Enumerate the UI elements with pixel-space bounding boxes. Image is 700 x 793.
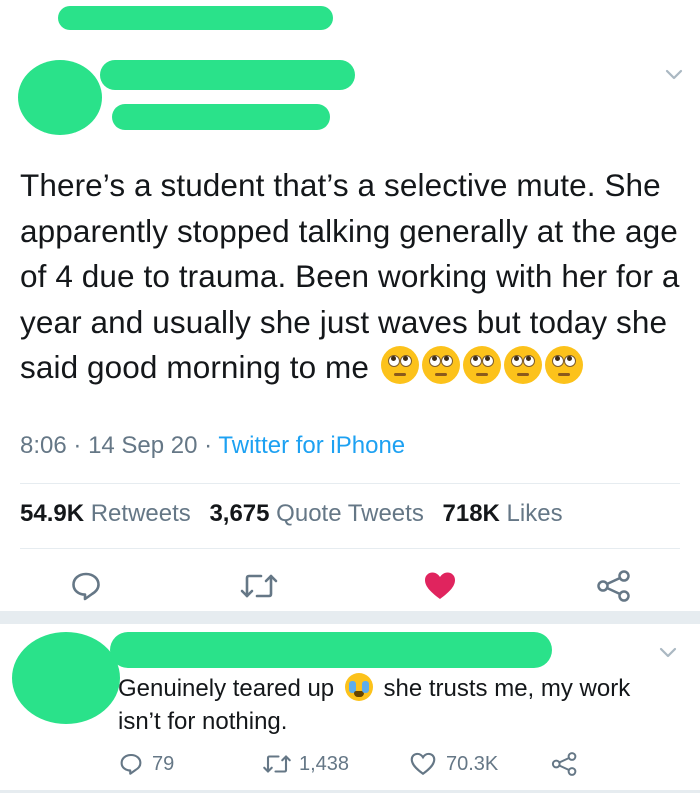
tweet-stats: 54.9K Retweets 3,675 Quote Tweets 718K L…: [20, 500, 563, 528]
redacted-banner: [58, 6, 333, 30]
quotes-count: 3,675: [209, 500, 270, 527]
reply-avatar[interactable]: [12, 632, 120, 724]
reply-retweets-count: 1,438: [299, 753, 350, 775]
divider: [20, 483, 680, 484]
rolling-eyes-face-icon: [380, 346, 419, 384]
retweets-label: Retweets: [90, 500, 191, 527]
share-button[interactable]: [596, 570, 632, 602]
retweet-button[interactable]: [239, 570, 279, 602]
rolling-eyes-face-icon: [462, 346, 501, 384]
tweet-source[interactable]: Twitter for iPhone: [218, 432, 405, 459]
reply-likes-count: 70.3K: [446, 753, 499, 775]
retweets-count: 54.9K: [20, 500, 85, 527]
meta-separator: ·: [204, 432, 213, 459]
retweet-icon: [263, 755, 291, 773]
tweet-meta: 8:06 · 14 Sep 20 · Twitter for iPhone: [20, 432, 405, 460]
like-button[interactable]: [423, 570, 457, 602]
rolling-eyes-face-icon: [503, 346, 542, 384]
redacted-reply-name[interactable]: [110, 632, 552, 668]
emoji-row: [369, 346, 583, 385]
reply-retweet-button[interactable]: [262, 752, 292, 776]
reply-icon: [72, 572, 100, 601]
retweet-icon: [240, 574, 278, 598]
tweet-text: There’s a student that’s a selective mut…: [20, 163, 680, 391]
section-separator: [0, 611, 700, 624]
retweets-stat[interactable]: 54.9K Retweets: [20, 500, 191, 527]
likes-count: 718K: [442, 500, 500, 527]
tweet-date[interactable]: 14 Sep 20: [88, 432, 197, 459]
loudly-crying-face-icon: [344, 673, 373, 701]
reply-replies-count: 79: [152, 753, 175, 775]
reply-like-button[interactable]: [410, 752, 436, 776]
redacted-handle: [112, 104, 330, 130]
heart-filled-icon: [425, 572, 455, 599]
quotes-label: Quote Tweets: [276, 500, 424, 527]
tweet-time[interactable]: 8:06: [20, 432, 67, 459]
reply-text: Genuinely teared up she trusts me, my wo…: [118, 672, 678, 738]
likes-label: Likes: [506, 500, 563, 527]
meta-separator: ·: [73, 432, 82, 459]
reply-button[interactable]: [70, 570, 102, 602]
quotes-stat[interactable]: 3,675 Quote Tweets: [209, 500, 423, 527]
rolling-eyes-face-icon: [544, 346, 583, 384]
chevron-down-icon[interactable]: [664, 68, 684, 82]
share-icon: [551, 752, 577, 776]
reply-share-button[interactable]: [551, 752, 578, 776]
chevron-down-icon[interactable]: [658, 646, 678, 660]
divider: [20, 548, 680, 549]
reply-icon: [120, 753, 142, 775]
share-icon: [597, 570, 630, 602]
redacted-display-name[interactable]: [100, 60, 355, 90]
rolling-eyes-face-icon: [421, 346, 460, 384]
reply-reply-button[interactable]: [119, 752, 143, 776]
avatar[interactable]: [18, 60, 102, 135]
heart-outline-icon: [410, 752, 436, 776]
likes-stat[interactable]: 718K Likes: [443, 500, 563, 527]
reply-text-before: Genuinely teared up: [118, 675, 335, 702]
